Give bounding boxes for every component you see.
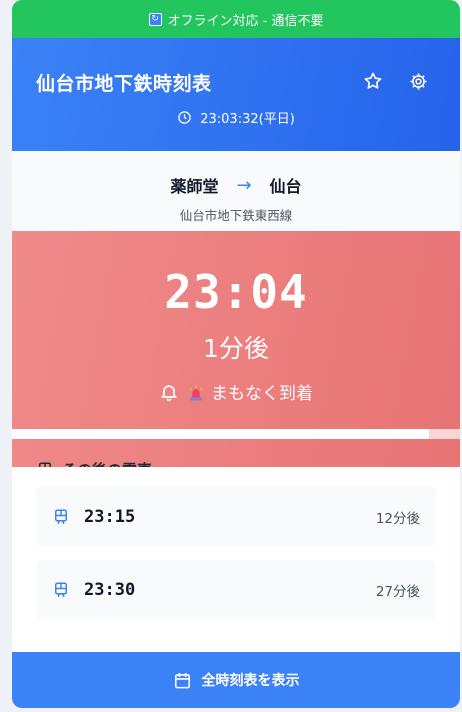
- train-icon: [55, 582, 67, 598]
- train-minutes-after: 27分後: [375, 584, 420, 600]
- star-icon: [364, 72, 382, 89]
- train-time: 23:30: [84, 580, 136, 600]
- from-station: 薬師堂: [170, 177, 219, 196]
- calendar-icon: [174, 672, 190, 688]
- gear-icon: [409, 72, 427, 90]
- time-progress-bar: [12, 429, 460, 439]
- refresh-icon: ↻: [148, 12, 162, 26]
- app-header: 仙台市地下鉄時刻表 23:03:32(平日): [12, 38, 460, 151]
- train-time: 23:15: [84, 507, 136, 527]
- route-arrow: →: [236, 174, 252, 196]
- next-train-card: 23:04 1分後 まもなく到着 その後の電車: [12, 231, 460, 479]
- show-full-timetable-label: 全時刻表を表示: [201, 673, 300, 689]
- line-name: 仙台市地下鉄東西線: [179, 208, 293, 223]
- app-frame: ↻ オフライン対応 - 通信不要 仙台市地下鉄時刻表 23:03:32(平日) …: [12, 0, 460, 708]
- offline-label: オフライン対応 - 通信不要: [167, 13, 324, 29]
- app-title: 仙台市地下鉄時刻表: [36, 73, 212, 95]
- settings-button[interactable]: [405, 68, 431, 94]
- show-full-timetable-button[interactable]: 全時刻表を表示: [12, 652, 460, 708]
- list-item[interactable]: 23:30 27分後: [36, 560, 436, 620]
- favorite-button[interactable]: [360, 68, 386, 94]
- list-item[interactable]: 23:15 12分後: [36, 487, 436, 547]
- arrival-status: まもなく到着: [12, 379, 460, 404]
- clock-icon: [178, 111, 191, 124]
- current-time: 23:03:32(平日): [12, 108, 460, 127]
- to-station: 仙台: [269, 177, 302, 196]
- bell-icon[interactable]: [159, 382, 179, 402]
- next-train-time: 23:04: [164, 265, 308, 319]
- clock-label: 23:03:32(平日): [200, 112, 295, 127]
- train-minutes-after: 12分後: [375, 511, 420, 527]
- later-trains-list: 23:15 12分後 23:30 27分後: [12, 467, 460, 620]
- arrival-status-label: まもなく到着: [211, 384, 313, 404]
- next-train-minutes: 1分後: [203, 334, 269, 363]
- route-info: 薬師堂 → 仙台 仙台市地下鉄東西線: [12, 151, 460, 231]
- siren-icon: [187, 384, 203, 400]
- time-progress-fill: [12, 429, 429, 439]
- offline-banner: ↻ オフライン対応 - 通信不要: [12, 0, 460, 38]
- train-icon: [55, 509, 67, 525]
